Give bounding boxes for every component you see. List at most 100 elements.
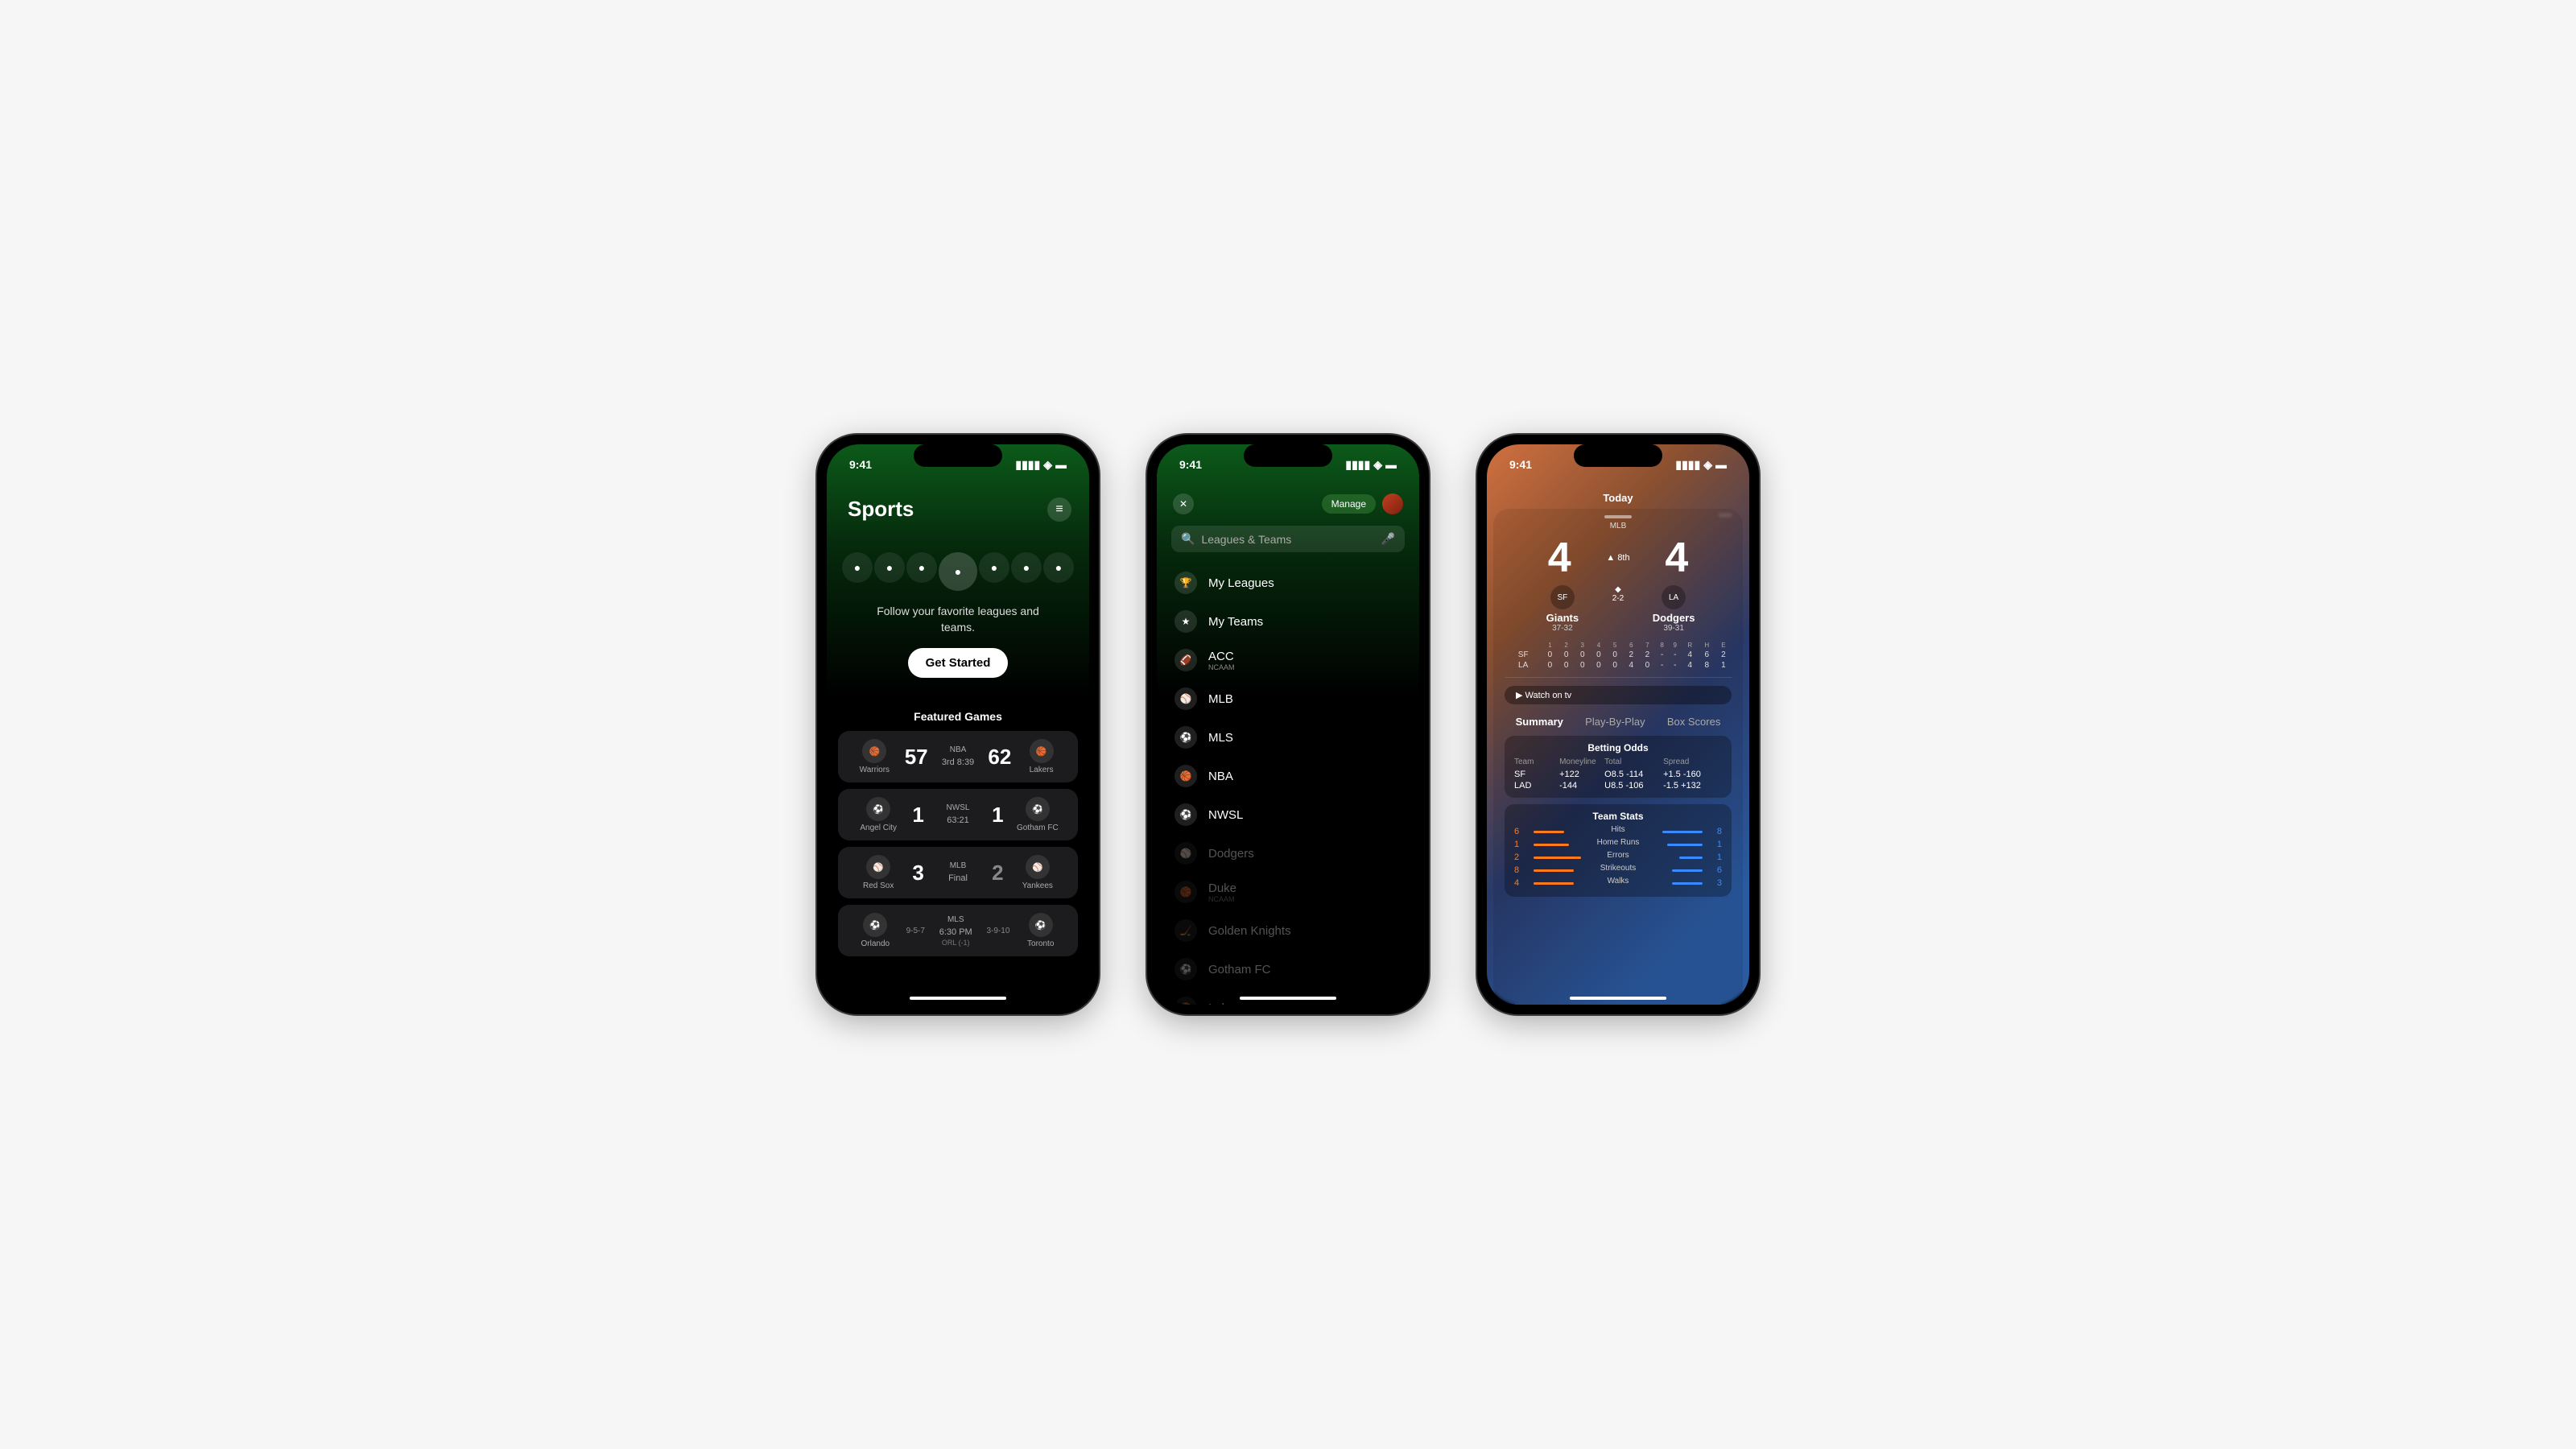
team-home: 🏀 Lakers [1016,739,1067,774]
box-cell: - [1669,650,1682,660]
list-label: Golden Knights [1208,924,1291,938]
search-icon: 🔍 [1181,532,1195,546]
tab-box-scores[interactable]: Box Scores [1667,716,1720,728]
battery-icon: ▬ [1715,458,1727,471]
league-pill[interactable]: ● [979,552,1009,583]
notch [914,444,1002,467]
team-record: 37-32 [1513,624,1612,633]
box-cell: 4 [1682,650,1699,660]
list-item[interactable]: ⚾ Dodgers [1157,834,1419,873]
watch-button[interactable]: ▶ Watch on tv [1505,686,1732,704]
sub-label: ORL (-1) [930,939,982,947]
stat-name: Walks [1608,877,1629,886]
phone-1: 9:41 ▮▮▮▮ ◈ ▬ Sports ≡ ●●●●●●● Follow yo… [817,435,1099,1014]
list-item[interactable]: ⚽ MLS [1157,718,1419,757]
home-indicator[interactable] [910,997,1006,1000]
league-label: MLB [929,861,987,870]
box-cell: 2 [1715,650,1732,660]
team-away[interactable]: SF Giants 37-32 [1513,585,1612,633]
league-pill[interactable]: ● [906,552,937,583]
list-item[interactable]: ⚽ NWSL [1157,795,1419,834]
league-pill[interactable]: ● [939,552,977,591]
odds-header: Spread [1663,758,1722,766]
odds-row: SF+122O8.5 -114+1.5 -160 [1514,769,1722,780]
phone-2: 9:41 ▮▮▮▮ ◈ ▬ ✕ Manage 🔍 Leagues & Teams [1147,435,1429,1014]
list-label-wrap: My Teams [1208,615,1263,629]
list-item[interactable]: 🏒 Golden Knights [1157,911,1419,950]
list-label: NBA [1208,770,1233,783]
team-record: 39-31 [1624,624,1724,633]
league-pill[interactable]: ● [874,552,905,583]
box-cell: 8 [1699,660,1715,671]
list-icon: ★ [1174,610,1197,633]
game-card[interactable]: 🏀 Warriors 57 NBA 3rd 8:39 62 🏀 Lakers [838,731,1078,782]
signal-icon: ▮▮▮▮ [1675,458,1700,472]
list-label-wrap: My Leagues [1208,576,1274,590]
close-button[interactable]: ✕ [1173,493,1194,514]
game-card[interactable]: ⚽ Angel City 1 NWSL 63:21 1 ⚽ Gotham FC [838,789,1078,840]
status-time: 9:41 [1509,458,1532,471]
list-label-wrap: ACC NCAAM [1208,650,1235,671]
team-logo-icon: ⚽ [863,913,887,937]
list-label: Gotham FC [1208,963,1271,976]
score: 2 [992,861,1003,886]
wifi-icon: ◈ [1043,458,1052,472]
avatar[interactable] [1382,493,1403,514]
box-cell: 0 [1542,650,1558,660]
league-pill[interactable]: ● [1011,552,1042,583]
team-home: ⚾ Yankees [1009,855,1067,890]
today-header: Today [1487,489,1749,506]
menu-button[interactable]: ≡ [1047,497,1071,522]
team-record: 3-9-10 [987,927,1010,935]
notch [1574,444,1662,467]
team-away: ⚽ Angel City [849,797,907,832]
list-item[interactable]: 🏈 ACC NCAAM [1157,641,1419,679]
home-indicator[interactable] [1240,997,1336,1000]
list-sublabel: NCAAM [1208,895,1236,903]
stat-value-home: 8 [1707,827,1722,836]
stat-row: 8 Strikeouts 6 [1514,865,1722,876]
league-pill[interactable]: ● [842,552,873,583]
team-away: 🏀 Warriors [849,739,900,774]
stat-bar: Strikeouts [1534,865,1703,876]
team-home[interactable]: LA Dodgers 39-31 [1624,585,1724,633]
list-item[interactable]: 🏀 Duke NCAAM [1157,873,1419,911]
home-indicator[interactable] [1570,997,1666,1000]
odds-header: Total [1604,758,1663,766]
game-card[interactable]: ⚾ Red Sox 3 MLB Final 2 ⚾ Yankees [838,847,1078,898]
list-label-wrap: NWSL [1208,808,1243,822]
list-item[interactable]: ⚽ Gotham FC [1157,950,1419,989]
list-item[interactable]: 🏀 NBA [1157,757,1419,795]
list-icon: ⚽ [1174,726,1197,749]
league-pill[interactable]: ● [1043,552,1074,583]
league-label: MLS [930,915,982,924]
box-cell: 1 [1715,660,1732,671]
sheet-grabber[interactable] [1604,515,1632,518]
search-input[interactable]: 🔍 Leagues & Teams 🎤 [1171,526,1405,552]
game-status: NBA 3rd 8:39 [933,745,984,769]
status-icons: ▮▮▮▮ ◈ ▬ [1675,458,1727,472]
team-abbr: LA [1505,660,1542,671]
league-label: NBA [933,745,984,754]
list-icon: ⚾ [1174,687,1197,710]
status-time: 9:41 [1179,458,1202,471]
list-item[interactable]: ⚾ MLB [1157,679,1419,718]
manage-button[interactable]: Manage [1322,494,1376,514]
game-card[interactable]: ⚽ Orlando 9-5-7 MLS 6:30 PM ORL (-1) 3-9… [838,905,1078,956]
detail-tabs: Summary Play-By-Play Box Scores [1505,712,1732,736]
search-placeholder: Leagues & Teams [1201,533,1374,546]
team-home: ⚽ Toronto [1014,913,1067,948]
list-item[interactable]: 🏆 My Leagues [1157,564,1419,602]
game-detail-sheet: MLB 4 ▲ 8th 4 SF Giants 37-32 ◆ 2-2 [1493,509,1743,1005]
score: 57 [905,745,928,770]
stat-value-away: 2 [1514,852,1529,862]
mic-icon[interactable]: 🎤 [1381,532,1395,546]
close-icon: ✕ [1179,498,1187,510]
box-cell: 0 [1639,660,1655,671]
list-item[interactable]: ★ My Teams [1157,602,1419,641]
tab-play-by-play[interactable]: Play-By-Play [1585,716,1645,728]
list-icon: ⚾ [1174,842,1197,865]
tab-summary[interactable]: Summary [1516,716,1563,728]
get-started-button[interactable]: Get Started [908,648,1009,678]
stat-row: 1 Home Runs 1 [1514,839,1722,850]
